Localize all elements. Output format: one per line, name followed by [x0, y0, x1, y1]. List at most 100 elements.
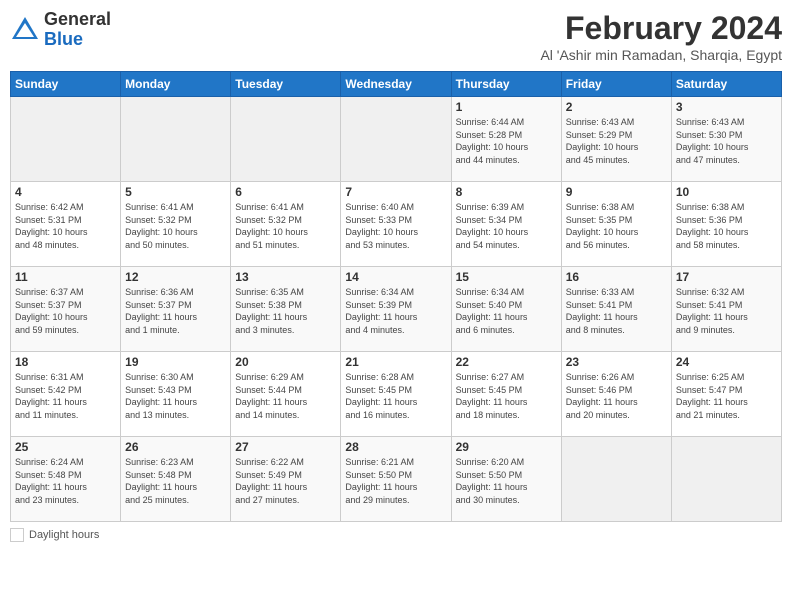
calendar-week-row: 1Sunrise: 6:44 AM Sunset: 5:28 PM Daylig…: [11, 97, 782, 182]
legend-label: Daylight hours: [29, 529, 99, 541]
table-row: 22 Sunrise: 6:27 AM Sunset: 5:45 PM Dayli…: [451, 352, 561, 437]
table-row: 6 Sunrise: 6:41 AM Sunset: 5:32 PM Daylig…: [231, 182, 341, 267]
table-row: 10 Sunrise: 6:38 AM Sunset: 5:36 PM Dayli…: [671, 182, 781, 267]
day-number: 18: [15, 355, 116, 369]
day-number: 13: [235, 270, 336, 284]
table-row: 7Sunrise: 6:40 AM Sunset: 5:33 PM Daylig…: [341, 182, 451, 267]
table-row: 15Sunrise: 6:34 AM Sunset: 5:40 PM Dayli…: [451, 267, 561, 352]
day-number: 9: [566, 185, 667, 199]
day-info: Sunrise: 6:42 AM Sunset: 5:31 PM Dayligh…: [15, 201, 116, 251]
day-info: Sunrise: 6:36 AM Sunset: 5:37 PM Dayligh…: [125, 286, 226, 336]
col-saturday: Saturday: [671, 72, 781, 97]
day-info: Sunrise: 6:25 AM Sunset: 5:47 PM Dayligh…: [676, 371, 777, 421]
table-row: 19 Sunrise: 6:30 AM Sunset: 5:43 PM Dayli…: [121, 352, 231, 437]
table-row: 12 Sunrise: 6:36 AM Sunset: 5:37 PM Dayli…: [121, 267, 231, 352]
table-row: 11Sunrise: 6:37 AM Sunset: 5:37 PM Dayli…: [11, 267, 121, 352]
day-number: 28: [345, 440, 446, 454]
logo-text: General Blue: [44, 10, 111, 50]
logo-icon: [10, 15, 40, 45]
table-row: 16 Sunrise: 6:33 AM Sunset: 5:41 PM Dayli…: [561, 267, 671, 352]
calendar-week-row: 25 Sunrise: 6:24 AM Sunset: 5:48 PM Dayli…: [11, 437, 782, 522]
day-info: Sunrise: 6:27 AM Sunset: 5:45 PM Dayligh…: [456, 371, 557, 421]
table-row: 2Sunrise: 6:43 AM Sunset: 5:29 PM Daylig…: [561, 97, 671, 182]
table-row: 25 Sunrise: 6:24 AM Sunset: 5:48 PM Dayli…: [11, 437, 121, 522]
day-number: 26: [125, 440, 226, 454]
table-row: [11, 97, 121, 182]
col-sunday: Sunday: [11, 72, 121, 97]
calendar-header-row: Sunday Monday Tuesday Wednesday Thursday…: [11, 72, 782, 97]
table-row: 27Sunrise: 6:22 AM Sunset: 5:49 PM Dayli…: [231, 437, 341, 522]
table-row: 24Sunrise: 6:25 AM Sunset: 5:47 PM Dayli…: [671, 352, 781, 437]
day-info: Sunrise: 6:29 AM Sunset: 5:44 PM Dayligh…: [235, 371, 336, 421]
legend-box: [10, 528, 24, 542]
day-number: 14: [345, 270, 446, 284]
col-tuesday: Tuesday: [231, 72, 341, 97]
day-info: Sunrise: 6:38 AM Sunset: 5:36 PM Dayligh…: [676, 201, 777, 251]
table-row: 1Sunrise: 6:44 AM Sunset: 5:28 PM Daylig…: [451, 97, 561, 182]
day-number: 3: [676, 100, 777, 114]
table-row: 20 Sunrise: 6:29 AM Sunset: 5:44 PM Dayli…: [231, 352, 341, 437]
table-row: [341, 97, 451, 182]
page: General Blue February 2024 Al 'Ashir min…: [0, 0, 792, 612]
col-friday: Friday: [561, 72, 671, 97]
logo-general-label: General: [44, 10, 111, 30]
day-number: 29: [456, 440, 557, 454]
table-row: 29 Sunrise: 6:20 AM Sunset: 5:50 PM Dayli…: [451, 437, 561, 522]
day-number: 8: [456, 185, 557, 199]
day-info: Sunrise: 6:40 AM Sunset: 5:33 PM Dayligh…: [345, 201, 446, 251]
day-number: 21: [345, 355, 446, 369]
table-row: 9 Sunrise: 6:38 AM Sunset: 5:35 PM Daylig…: [561, 182, 671, 267]
month-title: February 2024: [540, 10, 782, 47]
calendar-week-row: 11Sunrise: 6:37 AM Sunset: 5:37 PM Dayli…: [11, 267, 782, 352]
day-number: 17: [676, 270, 777, 284]
day-info: Sunrise: 6:33 AM Sunset: 5:41 PM Dayligh…: [566, 286, 667, 336]
table-row: 14Sunrise: 6:34 AM Sunset: 5:39 PM Dayli…: [341, 267, 451, 352]
day-info: Sunrise: 6:23 AM Sunset: 5:48 PM Dayligh…: [125, 456, 226, 506]
day-info: Sunrise: 6:43 AM Sunset: 5:29 PM Dayligh…: [566, 116, 667, 166]
day-info: Sunrise: 6:32 AM Sunset: 5:41 PM Dayligh…: [676, 286, 777, 336]
table-row: 4 Sunrise: 6:42 AM Sunset: 5:31 PM Daylig…: [11, 182, 121, 267]
col-monday: Monday: [121, 72, 231, 97]
day-number: 22: [456, 355, 557, 369]
day-number: 4: [15, 185, 116, 199]
table-row: [561, 437, 671, 522]
table-row: 23Sunrise: 6:26 AM Sunset: 5:46 PM Dayli…: [561, 352, 671, 437]
calendar-week-row: 18Sunrise: 6:31 AM Sunset: 5:42 PM Dayli…: [11, 352, 782, 437]
day-number: 10: [676, 185, 777, 199]
day-number: 6: [235, 185, 336, 199]
day-info: Sunrise: 6:30 AM Sunset: 5:43 PM Dayligh…: [125, 371, 226, 421]
col-wednesday: Wednesday: [341, 72, 451, 97]
table-row: [121, 97, 231, 182]
day-number: 27: [235, 440, 336, 454]
table-row: 3Sunrise: 6:43 AM Sunset: 5:30 PM Daylig…: [671, 97, 781, 182]
title-block: February 2024 Al 'Ashir min Ramadan, Sha…: [540, 10, 782, 63]
table-row: 26 Sunrise: 6:23 AM Sunset: 5:48 PM Dayli…: [121, 437, 231, 522]
day-info: Sunrise: 6:20 AM Sunset: 5:50 PM Dayligh…: [456, 456, 557, 506]
day-info: Sunrise: 6:24 AM Sunset: 5:48 PM Dayligh…: [15, 456, 116, 506]
day-number: 19: [125, 355, 226, 369]
day-number: 25: [15, 440, 116, 454]
calendar-week-row: 4 Sunrise: 6:42 AM Sunset: 5:31 PM Daylig…: [11, 182, 782, 267]
table-row: 18Sunrise: 6:31 AM Sunset: 5:42 PM Dayli…: [11, 352, 121, 437]
day-number: 16: [566, 270, 667, 284]
header: General Blue February 2024 Al 'Ashir min…: [10, 10, 782, 63]
table-row: [231, 97, 341, 182]
table-row: [671, 437, 781, 522]
table-row: 28 Sunrise: 6:21 AM Sunset: 5:50 PM Dayli…: [341, 437, 451, 522]
table-row: 21Sunrise: 6:28 AM Sunset: 5:45 PM Dayli…: [341, 352, 451, 437]
table-row: 17 Sunrise: 6:32 AM Sunset: 5:41 PM Dayli…: [671, 267, 781, 352]
day-number: 23: [566, 355, 667, 369]
day-info: Sunrise: 6:39 AM Sunset: 5:34 PM Dayligh…: [456, 201, 557, 251]
day-info: Sunrise: 6:41 AM Sunset: 5:32 PM Dayligh…: [125, 201, 226, 251]
table-row: 13 Sunrise: 6:35 AM Sunset: 5:38 PM Dayli…: [231, 267, 341, 352]
day-number: 12: [125, 270, 226, 284]
day-info: Sunrise: 6:38 AM Sunset: 5:35 PM Dayligh…: [566, 201, 667, 251]
day-info: Sunrise: 6:35 AM Sunset: 5:38 PM Dayligh…: [235, 286, 336, 336]
day-number: 5: [125, 185, 226, 199]
day-number: 20: [235, 355, 336, 369]
day-info: Sunrise: 6:21 AM Sunset: 5:50 PM Dayligh…: [345, 456, 446, 506]
day-info: Sunrise: 6:41 AM Sunset: 5:32 PM Dayligh…: [235, 201, 336, 251]
col-thursday: Thursday: [451, 72, 561, 97]
day-info: Sunrise: 6:34 AM Sunset: 5:40 PM Dayligh…: [456, 286, 557, 336]
logo-blue-label: Blue: [44, 30, 111, 50]
